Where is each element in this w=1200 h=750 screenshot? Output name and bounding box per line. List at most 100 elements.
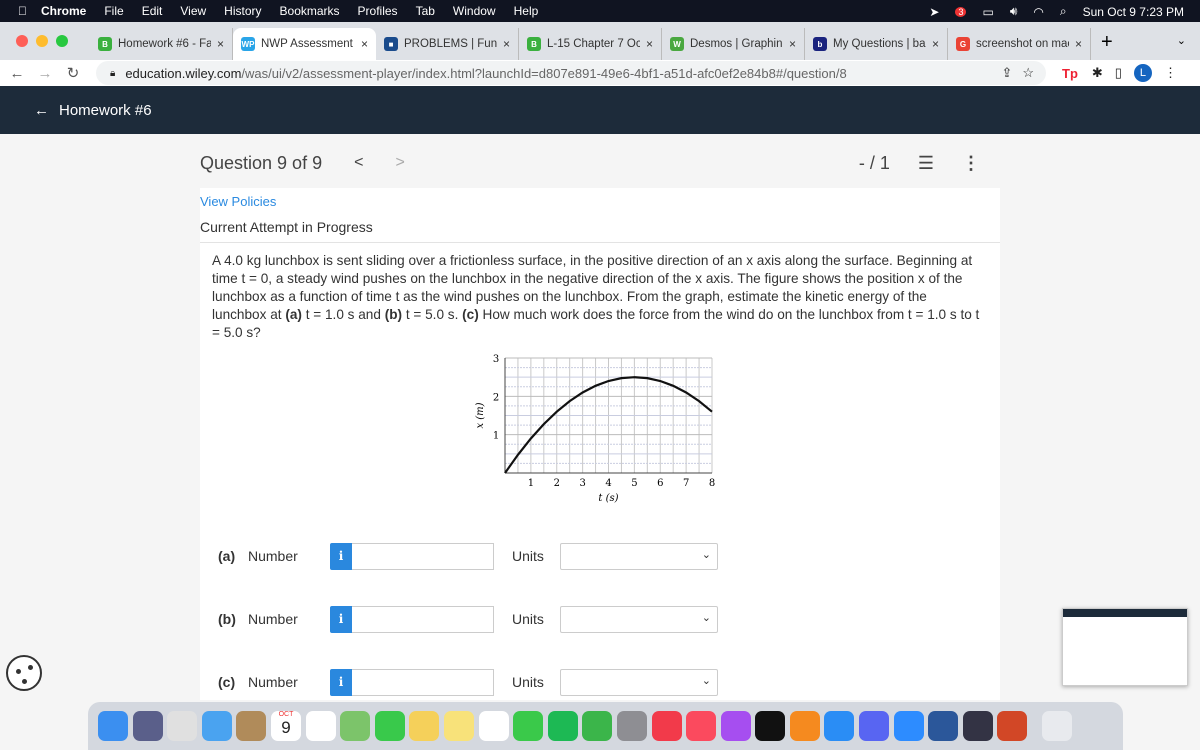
battery-icon[interactable]: ▭ [982, 5, 993, 19]
tab-close-icon[interactable]: × [1075, 37, 1082, 51]
forward-icon[interactable]: → [34, 65, 56, 82]
more-options-icon[interactable]: ⋮ [962, 153, 980, 174]
quicktime-icon[interactable] [962, 711, 993, 741]
menu-app-name[interactable]: Chrome [41, 4, 86, 18]
word-icon[interactable] [928, 711, 959, 741]
reload-icon[interactable]: ↻ [62, 64, 84, 82]
discord-icon[interactable] [859, 711, 890, 741]
browser-tab[interactable]: W Desmos | Graphing × [662, 28, 805, 60]
lock-icon: 🔒︎ [110, 67, 116, 79]
apple-icon[interactable]:  [18, 4, 27, 18]
apple-tv-icon[interactable] [755, 711, 786, 741]
tab-close-icon[interactable]: × [217, 37, 224, 51]
tab-close-icon[interactable]: × [789, 37, 796, 51]
info-icon[interactable]: i [330, 668, 352, 696]
tab-close-icon[interactable]: × [646, 37, 653, 51]
chrome-icon[interactable] [478, 711, 509, 741]
tp-extension-icon[interactable]: Tp [1062, 66, 1078, 81]
tab-close-icon[interactable]: × [361, 37, 368, 51]
notes-icon[interactable] [443, 711, 474, 741]
new-tab-button[interactable]: + [1101, 31, 1113, 54]
assignment-title[interactable]: Homework #6 [59, 102, 152, 119]
menu-clock[interactable]: Sun Oct 9 7:23 PM [1083, 5, 1184, 19]
trash-icon[interactable] [1042, 711, 1073, 741]
minimize-window-button[interactable] [36, 35, 48, 47]
browser-tab[interactable]: Gscreenshot on mac × [948, 28, 1091, 60]
dropbox-badge[interactable]: 3 [955, 6, 967, 17]
mail-icon[interactable] [201, 711, 232, 741]
messages-icon[interactable] [374, 711, 405, 741]
share-icon[interactable]: ⇪ [1001, 65, 1012, 81]
volume-icon[interactable]: 🔊︎ [1010, 4, 1018, 19]
units-select[interactable]: ⌄ [560, 668, 718, 696]
previous-question-button[interactable]: < [354, 154, 363, 172]
back-icon[interactable]: ← [6, 65, 28, 82]
reminders-icon[interactable] [305, 711, 336, 741]
info-icon[interactable]: i [330, 542, 352, 570]
menu-profiles[interactable]: Profiles [358, 4, 398, 18]
units-label: Units [512, 548, 544, 564]
system-preferences-icon[interactable] [616, 711, 647, 741]
next-question-button[interactable]: > [395, 154, 404, 172]
menu-window[interactable]: Window [453, 4, 496, 18]
tab-close-icon[interactable]: × [503, 37, 510, 51]
back-arrow-icon[interactable]: ← [34, 102, 49, 119]
powerpoint-icon[interactable] [997, 711, 1028, 741]
menu-edit[interactable]: Edit [142, 4, 163, 18]
menu-file[interactable]: File [104, 4, 123, 18]
calendar-icon[interactable]: OCT 9 [270, 711, 301, 741]
part-label: (c) [218, 674, 236, 690]
search-icon[interactable]: ⌕ [1060, 4, 1067, 19]
menu-bookmarks[interactable]: Bookmarks [280, 4, 340, 18]
menu-help[interactable]: Help [514, 4, 539, 18]
address-bar[interactable]: 🔒︎ education.wiley.com/was/ui/v2/assessm… [96, 61, 1046, 85]
view-policies-link[interactable]: View Policies [200, 194, 276, 209]
cookie-icon[interactable] [6, 655, 42, 691]
browser-tab[interactable]: b My Questions | bart × [805, 28, 948, 60]
x-tick-label: 6 [657, 478, 663, 489]
avatar[interactable]: L [1133, 64, 1152, 82]
finder-icon[interactable] [98, 711, 128, 741]
x-axis-label: t (s) [598, 493, 618, 504]
music-icon[interactable] [686, 711, 717, 741]
facetime-icon[interactable] [513, 711, 544, 741]
news-icon[interactable] [651, 711, 682, 741]
close-window-button[interactable] [16, 35, 28, 47]
zoom-icon[interactable] [893, 711, 924, 741]
number-input[interactable] [352, 542, 494, 570]
tab-list-chevron-icon[interactable]: ⌄ [1177, 34, 1186, 47]
bookmark-star-icon[interactable]: ☆ [1022, 65, 1034, 81]
question-list-icon[interactable]: ☰ [918, 153, 934, 174]
units-select[interactable]: ⌄ [560, 605, 718, 633]
number-input[interactable] [352, 668, 494, 696]
contacts-icon[interactable] [236, 711, 267, 741]
podcasts-icon[interactable] [720, 711, 751, 741]
side-panel-icon[interactable]: ▯ [1115, 65, 1122, 81]
window-controls [16, 35, 68, 47]
tab-close-icon[interactable]: × [932, 37, 939, 51]
number-input[interactable] [352, 605, 494, 633]
browser-tab[interactable]: B L-15 Chapter 7 Oct × [519, 28, 662, 60]
menu-tab[interactable]: Tab [416, 4, 435, 18]
chrome-menu-icon[interactable]: ⋮ [1164, 65, 1177, 81]
browser-tab[interactable]: WP NWP Assessment P × [233, 28, 376, 60]
browser-tab[interactable]: B Homework #6 - Fall × [90, 28, 233, 60]
screenshot-thumbnail[interactable] [1062, 608, 1188, 686]
units-select[interactable]: ⌄ [560, 542, 718, 570]
spotify-icon[interactable] [547, 711, 578, 741]
numbers-icon[interactable] [582, 711, 613, 741]
photos-icon[interactable] [409, 711, 440, 741]
maps-icon[interactable] [340, 711, 371, 741]
menu-view[interactable]: View [180, 4, 206, 18]
books-icon[interactable] [789, 711, 820, 741]
browser-tab[interactable]: ■ PROBLEMS | Funda × [376, 28, 519, 60]
app-store-icon[interactable] [824, 711, 855, 741]
menu-history[interactable]: History [224, 4, 261, 18]
zoom-window-button[interactable] [56, 35, 68, 47]
info-icon[interactable]: i [330, 605, 352, 633]
answer-row: (c) Number i Units ⌄ [218, 668, 718, 696]
launchpad-grid-icon[interactable] [167, 711, 198, 741]
extensions-icon[interactable]: ✱ [1092, 65, 1103, 81]
launchpad-icon[interactable] [132, 711, 163, 741]
wifi-icon[interactable]: ◠ [1033, 5, 1043, 19]
